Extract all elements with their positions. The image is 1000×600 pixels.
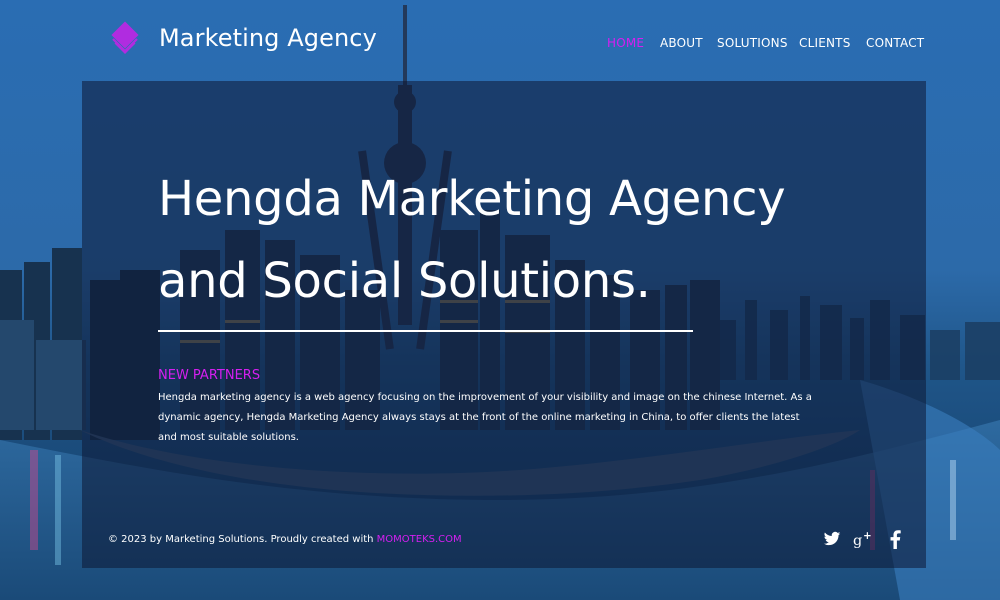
- twitter-icon[interactable]: [823, 530, 841, 552]
- nav-item-home[interactable]: HOME: [607, 36, 644, 50]
- nav-item-clients[interactable]: CLIENTS: [799, 36, 851, 50]
- hero-body-text: Hengda marketing agency is a web agency …: [158, 392, 812, 443]
- footer-copyright: © 2023 by Marketing Solutions. Proudly c…: [108, 534, 462, 545]
- svg-text:g: g: [853, 533, 862, 549]
- copyright-text: © 2023 by Marketing Solutions. Proudly c…: [108, 534, 377, 545]
- main-nav: HOME ABOUT SOLUTIONS CLIENTS CONTACT: [0, 36, 1000, 52]
- hero-headline-line-2: and Social Solutions.: [158, 253, 651, 309]
- nav-item-about[interactable]: ABOUT: [660, 36, 703, 50]
- headline-divider: [158, 330, 693, 332]
- google-plus-icon[interactable]: g +: [853, 530, 875, 552]
- svg-text:+: +: [863, 531, 872, 542]
- facebook-icon[interactable]: [889, 530, 901, 552]
- momoteks-link[interactable]: MOMOTEKS.COM: [377, 534, 462, 545]
- hero-headline: Hengda Marketing Agency and Social Solut…: [158, 158, 878, 322]
- hero-headline-line-1: Hengda Marketing Agency: [158, 171, 786, 227]
- hero-overlay-panel: [82, 81, 926, 568]
- nav-item-contact[interactable]: CONTACT: [866, 36, 924, 50]
- hero-subheading: NEW PARTNERS: [158, 368, 261, 383]
- nav-item-solutions[interactable]: SOLUTIONS: [717, 36, 788, 50]
